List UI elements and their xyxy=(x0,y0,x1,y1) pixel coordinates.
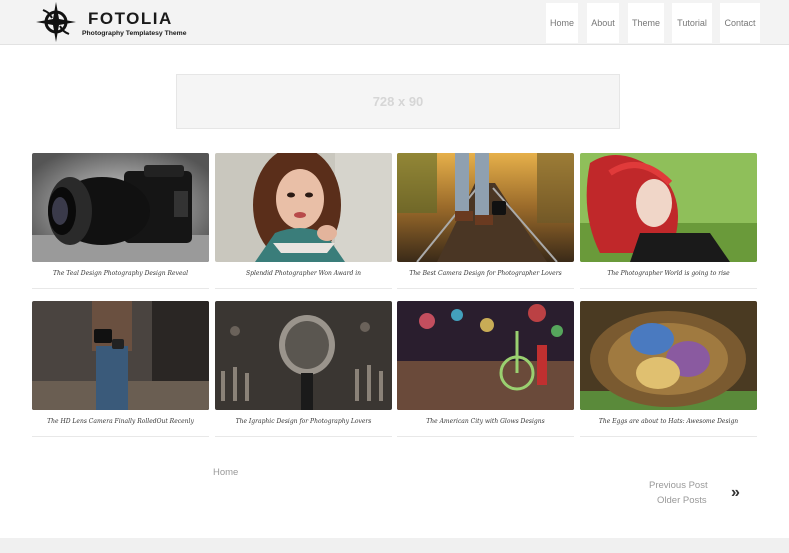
post-title[interactable]: The Eggs are about to Hats: Awesome Desi… xyxy=(580,418,757,425)
woman-portrait-photo[interactable] xyxy=(215,153,392,262)
nav-home[interactable]: Home xyxy=(546,3,578,43)
divider xyxy=(215,288,392,289)
nav-theme[interactable]: Theme xyxy=(628,3,664,43)
previous-post-link[interactable]: Previous Post xyxy=(649,480,708,491)
divider xyxy=(215,436,392,437)
railroad-camera-photo[interactable] xyxy=(397,153,574,262)
red-hair-woman-photo[interactable] xyxy=(580,153,757,262)
logo-subtitle: Photography Templatesy Theme xyxy=(82,30,187,37)
post-title[interactable]: The Teal Design Photography Design Revea… xyxy=(32,270,209,277)
site-header: FOTOLIA Photography Templatesy Theme Hom… xyxy=(0,0,789,45)
post-title[interactable]: The HD Lens Camera Finally RolledOut Rec… xyxy=(32,418,209,425)
divider xyxy=(580,436,757,437)
nav-contact[interactable]: Contact xyxy=(720,3,760,43)
footer xyxy=(0,538,789,553)
divider xyxy=(397,288,574,289)
post-title[interactable]: Splendid Photographer Won Award in xyxy=(215,270,392,277)
home-link[interactable]: Home xyxy=(213,467,238,478)
easter-eggs-nest-photo[interactable] xyxy=(580,301,757,410)
divider xyxy=(580,288,757,289)
microphone-mixer-photo[interactable] xyxy=(215,301,392,410)
nav-about[interactable]: About xyxy=(587,3,619,43)
post-title[interactable]: The Igraphic Design for Photography Love… xyxy=(215,418,392,425)
divider xyxy=(32,288,209,289)
ad-banner-placeholder[interactable]: 728 x 90 xyxy=(176,74,620,129)
next-arrow-icon[interactable]: » xyxy=(731,484,740,502)
camera-lens-photo[interactable] xyxy=(32,153,209,262)
post-title[interactable]: The American City with Glows Designs xyxy=(397,418,574,425)
post-title[interactable]: The Best Camera Design for Photographer … xyxy=(397,270,574,277)
compass-star-icon xyxy=(36,2,76,42)
nav-tutorial[interactable]: Tutorial xyxy=(672,3,712,43)
site-logo[interactable]: FOTOLIA Photography Templatesy Theme xyxy=(34,2,204,42)
bicycle-city-night-photo[interactable] xyxy=(397,301,574,410)
post-title[interactable]: The Photographer World is going to rise xyxy=(580,270,757,277)
older-posts-link[interactable]: Older Posts xyxy=(657,495,707,506)
logo-title[interactable]: FOTOLIA xyxy=(88,9,173,29)
photographer-street-photo[interactable] xyxy=(32,301,209,410)
divider xyxy=(32,436,209,437)
divider xyxy=(397,436,574,437)
